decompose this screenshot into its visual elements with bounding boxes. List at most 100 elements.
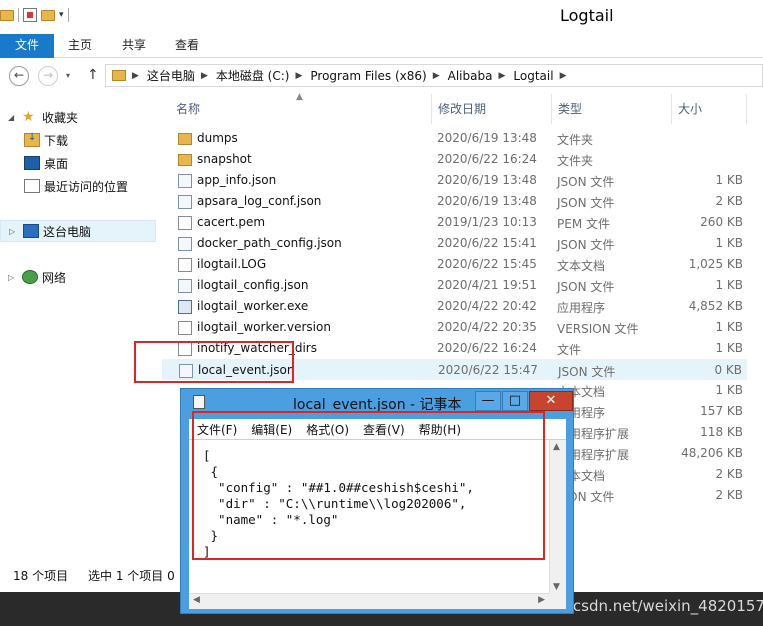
window-title: Logtail xyxy=(560,6,614,25)
tab-home[interactable]: 主页 xyxy=(68,34,92,58)
recent-places-icon xyxy=(24,179,40,193)
doc-file-icon xyxy=(178,258,192,272)
table-row[interactable]: docker_path_config.json 2020/6/22 15:41 JS… xyxy=(162,233,747,254)
file-name: ilogtail_worker.exe xyxy=(197,299,309,313)
address-bar[interactable]: ▶ 这台电脑 ▶ 本地磁盘 (C:) ▶ Program Files (x86)… xyxy=(105,64,763,87)
breadcrumb-local-disk[interactable]: 本地磁盘 (C:) xyxy=(216,67,290,84)
file-size: 1 KB xyxy=(715,320,743,334)
file-size: 1,025 KB xyxy=(688,257,743,271)
table-row[interactable]: cacert.pem 2019/1/23 10:13 PEM 文件 260 KB xyxy=(162,212,747,233)
maximize-button[interactable]: □ xyxy=(502,391,528,411)
column-header-type[interactable]: 类型 xyxy=(552,94,672,124)
chevron-right-icon[interactable]: ▶ xyxy=(295,71,302,81)
file-type: JSON 文件 xyxy=(557,196,615,210)
notepad-icon xyxy=(193,395,205,409)
file-name: ilogtail.LOG xyxy=(197,257,267,271)
downloads-icon xyxy=(24,132,40,147)
nav-favorites[interactable]: ◢ ★ 收藏夹 xyxy=(0,106,78,128)
chevron-right-icon[interactable]: ▶ xyxy=(132,71,139,81)
nav-network[interactable]: ▷ 网络 xyxy=(0,266,66,288)
expand-icon[interactable]: ▷ xyxy=(9,227,19,236)
json-file-icon xyxy=(178,237,192,251)
file-name: dumps xyxy=(197,131,238,145)
table-row[interactable]: ilogtail_worker.exe 2020/4/22 20:42 应用程序 4,… xyxy=(162,296,747,317)
file-size: 157 KB xyxy=(700,404,743,418)
expand-icon[interactable]: ▷ xyxy=(8,273,18,282)
recent-locations-dropdown[interactable]: ▾ xyxy=(66,71,70,80)
tab-file[interactable]: 文件 xyxy=(0,34,54,58)
highlight-box-files xyxy=(134,341,294,383)
chevron-right-icon[interactable]: ▶ xyxy=(498,71,505,81)
nav-desktop[interactable]: 桌面 xyxy=(20,152,68,174)
chevron-right-icon[interactable]: ▶ xyxy=(433,71,440,81)
file-date: 2020/6/22 16:24 xyxy=(437,341,537,355)
table-row[interactable]: dumps 2020/6/19 13:48 文件夹 xyxy=(162,128,747,149)
breadcrumb-this-pc[interactable]: 这台电脑 xyxy=(147,67,195,84)
collapse-icon[interactable]: ◢ xyxy=(8,113,18,122)
tab-share[interactable]: 共享 xyxy=(122,34,146,58)
file-type: VERSION 文件 xyxy=(557,322,639,336)
column-headers: ▲ 名称 修改日期 类型 大小 xyxy=(162,92,763,124)
doc-file-icon xyxy=(178,216,192,230)
table-row[interactable]: app_info.json 2020/6/19 13:48 JSON 文件 1 KB xyxy=(162,170,747,191)
file-type: JSON 文件 xyxy=(558,365,616,379)
chevron-right-icon[interactable]: ▶ xyxy=(201,71,208,81)
column-header-size[interactable]: 大小 xyxy=(672,94,747,124)
table-row[interactable]: ilogtail_config.json 2020/4/21 19:51 JSON … xyxy=(162,275,747,296)
json-file-icon xyxy=(178,195,192,209)
desktop-icon xyxy=(24,156,40,170)
close-button[interactable]: ✕ xyxy=(529,391,573,411)
file-size: 48,206 KB xyxy=(681,446,743,460)
minimize-button[interactable]: — xyxy=(475,391,501,411)
back-button[interactable]: ← xyxy=(9,66,29,86)
nav-recent[interactable]: 最近访问的位置 xyxy=(20,175,128,197)
file-date: 2020/4/22 20:35 xyxy=(437,320,537,334)
file-size: 1 KB xyxy=(715,173,743,187)
scroll-right-icon[interactable]: ▶ xyxy=(538,595,545,605)
file-name: ilogtail_config.json xyxy=(197,278,309,292)
file-size: 1 KB xyxy=(715,341,743,355)
doc-file-icon xyxy=(178,321,192,335)
vertical-scrollbar[interactable]: ▲ ▼ xyxy=(549,440,566,594)
chevron-right-icon[interactable]: ▶ xyxy=(560,71,567,81)
folder-icon xyxy=(112,70,126,81)
column-header-date[interactable]: 修改日期 xyxy=(432,94,552,124)
json-file-icon xyxy=(178,174,192,188)
table-row[interactable]: ilogtail.LOG 2020/6/22 15:45 文本文档 1,025 KB xyxy=(162,254,747,275)
selected-count: 选中 1 个项目 0 xyxy=(88,569,175,583)
nav-this-pc[interactable]: ▷ 这台电脑 xyxy=(0,220,156,242)
up-button[interactable]: ↑ xyxy=(87,67,99,83)
star-icon: ★ xyxy=(22,109,35,125)
file-date: 2019/1/23 10:13 xyxy=(437,215,537,229)
file-date: 2020/6/19 13:48 xyxy=(437,131,537,145)
nav-label: 收藏夹 xyxy=(42,110,79,125)
new-folder-icon[interactable] xyxy=(41,9,55,21)
quick-access-toolbar: ▾ xyxy=(0,8,69,22)
file-name: cacert.pem xyxy=(197,215,266,229)
tab-view[interactable]: 查看 xyxy=(175,34,199,58)
file-type: 文件夹 xyxy=(557,154,594,168)
table-row[interactable]: apsara_log_conf.json 2020/6/19 13:48 JSON … xyxy=(162,191,747,212)
title-bar: ▾ Logtail xyxy=(0,0,763,34)
breadcrumb-logtail[interactable]: Logtail xyxy=(513,69,553,83)
forward-button[interactable]: → xyxy=(38,66,58,86)
breadcrumb-alibaba[interactable]: Alibaba xyxy=(448,69,493,83)
properties-icon[interactable] xyxy=(23,8,37,22)
scroll-up-icon[interactable]: ▲ xyxy=(553,442,560,452)
file-size: 1 KB xyxy=(715,236,743,250)
folder-file-icon xyxy=(178,154,192,166)
scroll-down-icon[interactable]: ▼ xyxy=(553,582,560,592)
table-row[interactable]: ilogtail_worker.version 2020/4/22 20:35 VE… xyxy=(162,317,747,338)
file-name: snapshot xyxy=(197,152,252,166)
file-type: PEM 文件 xyxy=(557,217,610,231)
nav-downloads[interactable]: 下载 xyxy=(20,129,68,151)
breadcrumb-program-files[interactable]: Program Files (x86) xyxy=(310,69,426,83)
horizontal-scrollbar[interactable]: ◀ ▶ xyxy=(189,593,549,609)
file-size: 2 KB xyxy=(715,194,743,208)
scroll-left-icon[interactable]: ◀ xyxy=(193,595,200,605)
table-row[interactable]: snapshot 2020/6/22 16:24 文件夹 xyxy=(162,149,747,170)
file-date: 2020/6/22 16:24 xyxy=(437,152,537,166)
customize-dropdown-icon[interactable]: ▾ xyxy=(59,10,64,20)
column-header-name[interactable]: 名称 xyxy=(170,94,432,124)
file-size: 1 KB xyxy=(715,383,743,397)
